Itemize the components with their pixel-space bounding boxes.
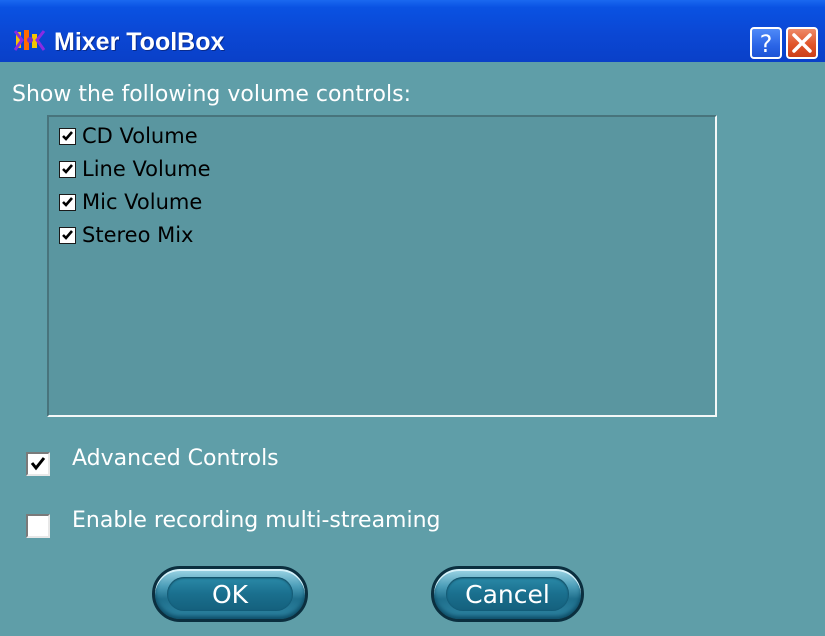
checkmark-icon xyxy=(30,457,46,471)
mixer-app-icon xyxy=(14,30,46,51)
stereo-mix-label: Stereo Mix xyxy=(82,223,194,247)
volume-controls-prompt: Show the following volume controls: xyxy=(12,82,411,107)
advanced-controls-checkbox[interactable] xyxy=(26,452,50,476)
mic-volume-checkbox[interactable] xyxy=(59,193,76,211)
list-item-line-volume[interactable]: Line Volume xyxy=(59,154,211,184)
list-item-stereo-mix[interactable]: Stereo Mix xyxy=(59,220,193,250)
close-icon xyxy=(792,33,812,53)
cancel-button-label: Cancel xyxy=(465,580,550,609)
ok-button[interactable]: OK xyxy=(152,566,308,622)
stereo-mix-checkbox[interactable] xyxy=(59,226,76,244)
line-volume-checkbox[interactable] xyxy=(59,160,76,178)
cd-volume-checkbox[interactable] xyxy=(59,127,76,145)
window-title: Mixer ToolBox xyxy=(54,28,225,56)
advanced-controls-label: Advanced Controls xyxy=(72,446,279,471)
list-item-cd-volume[interactable]: CD Volume xyxy=(59,121,198,151)
mic-volume-label: Mic Volume xyxy=(82,190,203,214)
volume-controls-list[interactable]: CD Volume Line Volume Mic Volume Stereo … xyxy=(47,115,717,417)
ok-button-label: OK xyxy=(211,580,249,609)
checkmark-icon xyxy=(62,229,73,240)
multi-streaming-label: Enable recording multi-streaming xyxy=(72,508,441,533)
help-icon: ? xyxy=(760,30,773,57)
checkmark-icon xyxy=(62,196,73,207)
line-volume-label: Line Volume xyxy=(82,157,211,181)
help-button[interactable]: ? xyxy=(750,27,782,59)
checkmark-icon xyxy=(62,130,73,141)
cd-volume-label: CD Volume xyxy=(82,124,198,148)
close-button[interactable] xyxy=(786,27,818,59)
mixer-toolbox-window: Mixer ToolBox ? Show the following volum… xyxy=(0,0,825,636)
list-item-mic-volume[interactable]: Mic Volume xyxy=(59,187,202,217)
checkmark-icon xyxy=(62,163,73,174)
cancel-button[interactable]: Cancel xyxy=(431,566,584,622)
multi-streaming-checkbox[interactable] xyxy=(26,514,50,538)
svg-text:?: ? xyxy=(760,30,773,57)
title-bar[interactable]: Mixer ToolBox ? xyxy=(0,0,825,62)
